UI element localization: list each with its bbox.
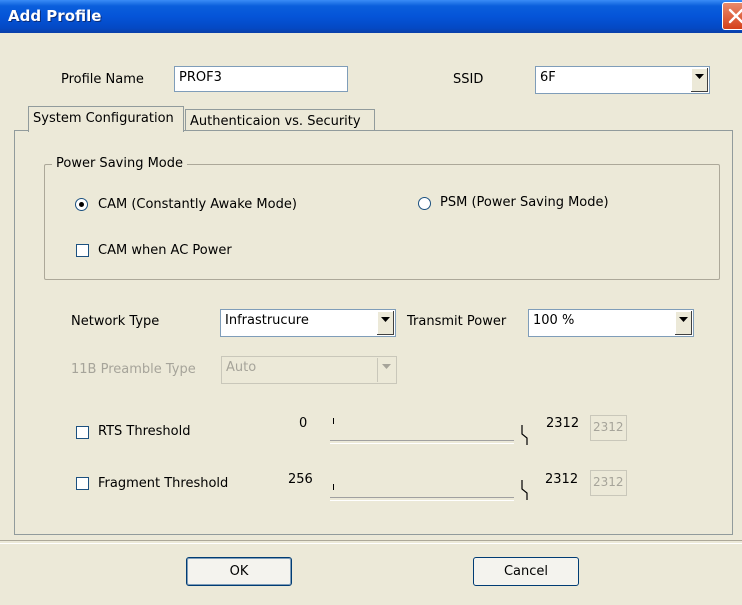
preamble-dropdown-button [377, 358, 395, 382]
rts-value-field: 2312 [590, 415, 627, 441]
window-title: Add Profile [8, 7, 102, 25]
cam-ac-power-label[interactable]: CAM when AC Power [98, 243, 232, 258]
rts-slider-thumb[interactable] [333, 418, 334, 424]
rts-min-label: 0 [299, 416, 308, 431]
rts-slider-end-icon [521, 425, 528, 445]
network-type-select[interactable]: Infrastrucure [220, 309, 396, 337]
tab-label: Authenticaion vs. Security [190, 114, 361, 129]
fragment-min-label: 256 [288, 472, 313, 487]
preamble-type-select: Auto [221, 356, 397, 384]
close-icon [728, 8, 742, 24]
preamble-type-label: 11B Preamble Type [71, 362, 196, 377]
chevron-down-icon [679, 317, 688, 322]
close-button[interactable] [722, 2, 742, 30]
title-bar[interactable]: Add Profile [0, 0, 742, 33]
cam-ac-power-checkbox[interactable] [76, 244, 89, 257]
psm-radio[interactable] [418, 197, 431, 210]
cancel-button[interactable]: Cancel [473, 557, 579, 586]
ssid-select[interactable]: 6F [535, 66, 710, 94]
tab-label: System Configuration [33, 111, 174, 126]
profile-name-field[interactable]: PROF3 [174, 66, 348, 92]
chevron-down-icon [382, 364, 391, 369]
ssid-label: SSID [453, 72, 484, 87]
psm-label[interactable]: PSM (Power Saving Mode) [440, 195, 609, 210]
chevron-down-icon [695, 74, 704, 79]
radio-selected-dot [79, 202, 84, 207]
transmit-power-value: 100 % [533, 313, 575, 328]
network-type-label: Network Type [71, 314, 160, 329]
transmit-power-select[interactable]: 100 % [528, 309, 694, 337]
ssid-value: 6F [540, 70, 556, 85]
fragment-slider-end-icon [521, 480, 528, 500]
transmit-power-dropdown-button[interactable] [674, 311, 692, 335]
network-type-dropdown-button[interactable] [376, 311, 394, 335]
fragment-value-field: 2312 [590, 470, 627, 496]
fragment-threshold-label[interactable]: Fragment Threshold [98, 476, 228, 491]
ssid-dropdown-button[interactable] [690, 68, 708, 92]
rts-max-label: 2312 [546, 416, 580, 431]
rts-threshold-label[interactable]: RTS Threshold [98, 424, 190, 439]
bottom-separator [0, 540, 742, 544]
cam-radio[interactable] [75, 198, 88, 211]
fragment-slider-track[interactable] [330, 497, 514, 501]
tab-system-configuration[interactable]: System Configuration [28, 106, 184, 132]
network-type-value: Infrastrucure [225, 313, 309, 328]
fragment-max-label: 2312 [545, 472, 579, 487]
add-profile-dialog: Add Profile Profile Name PROF3 SSID 6F S… [0, 0, 742, 605]
rts-slider-track[interactable] [330, 440, 514, 444]
power-saving-group-label: Power Saving Mode [52, 156, 188, 171]
power-saving-group [44, 164, 720, 280]
transmit-power-label: Transmit Power [407, 314, 507, 329]
fragment-threshold-checkbox[interactable] [76, 477, 89, 490]
rts-threshold-checkbox[interactable] [76, 426, 89, 439]
ok-button[interactable]: OK [186, 557, 292, 586]
preamble-type-value: Auto [226, 360, 257, 375]
cam-label[interactable]: CAM (Constantly Awake Mode) [98, 197, 297, 212]
fragment-slider-thumb[interactable] [333, 484, 334, 490]
profile-name-label: Profile Name [61, 72, 144, 87]
chevron-down-icon [381, 317, 390, 322]
